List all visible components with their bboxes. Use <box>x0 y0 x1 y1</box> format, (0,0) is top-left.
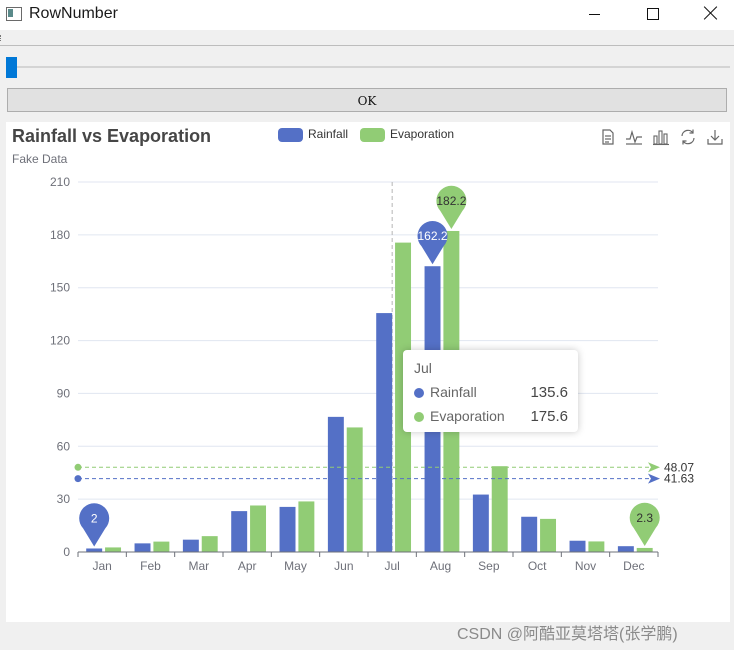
bar-rainfall-may <box>279 506 296 552</box>
tooltip-row-rainfall: Rainfall 135.6 <box>414 384 572 402</box>
y-tick-label: 210 <box>50 175 70 189</box>
bar-evaporation-sep <box>491 466 508 552</box>
y-tick-label: 180 <box>50 228 70 242</box>
y-tick-label: 90 <box>57 386 71 400</box>
x-tick-label: Feb <box>140 559 161 573</box>
bar-rainfall-jan <box>86 548 103 552</box>
x-tick-label: Aug <box>430 559 451 573</box>
x-tick-label: Jun <box>334 559 353 573</box>
markpoint-label: 162.2 <box>418 229 448 243</box>
tooltip-title: Jul <box>414 360 432 376</box>
legend-swatch-rainfall <box>278 128 303 142</box>
y-tick-label: 150 <box>50 281 70 295</box>
x-tick-label: Dec <box>623 559 644 573</box>
bar-chart: 0 30 60 90 120 150 180 210 Jan Feb Mar Apr May Jun Jul… <box>50 175 694 573</box>
title-bar: RowNumber <box>0 0 734 30</box>
x-tick-label: Nov <box>575 559 596 573</box>
bar-evaporation-mar <box>201 536 218 552</box>
markline-start-rainfall <box>74 475 82 483</box>
bar-evaporation-apr <box>250 505 267 552</box>
minimize-icon <box>589 14 600 15</box>
grip-handle <box>0 35 3 41</box>
x-tick-label: Sep <box>478 559 500 573</box>
x-tick-label: May <box>284 559 307 573</box>
separator <box>0 45 734 46</box>
markpoint-label: 2 <box>91 511 98 525</box>
markpoint-rainfall-jan <box>79 503 110 547</box>
app-icon <box>6 7 22 21</box>
bar-rainfall-sep <box>472 494 489 552</box>
y-tick-label: 120 <box>50 334 70 348</box>
y-tick-label: 60 <box>57 439 71 453</box>
y-tick-label: 30 <box>57 492 71 506</box>
data-view-icon[interactable] <box>599 128 617 146</box>
markpoint-label: 2.3 <box>636 511 653 525</box>
chart-title: Rainfall vs Evaporation <box>12 126 212 146</box>
close-icon <box>704 6 718 20</box>
download-icon[interactable] <box>706 128 724 146</box>
chart-subtitle: Fake Data <box>12 152 68 166</box>
bar-evaporation-dec <box>636 547 653 552</box>
tooltip-name-evaporation: Evaporation <box>430 408 505 424</box>
watermark: CSDN @阿酷亚莫塔塔(张学鹏) <box>457 626 678 643</box>
bar-evaporation-feb <box>153 541 170 552</box>
slider-track[interactable] <box>6 66 730 68</box>
tooltip-name-rainfall: Rainfall <box>430 384 477 400</box>
legend-swatch-evaporation <box>360 128 385 142</box>
bar-rainfall-oct <box>521 516 538 552</box>
tooltip-value-evaporation: 175.6 <box>530 408 568 425</box>
markline-label-evaporation: 48.07 <box>664 460 694 474</box>
markline-label-rainfall: 41.63 <box>664 472 694 486</box>
bar-rainfall-jun <box>327 416 344 552</box>
legend-label-rainfall: Rainfall <box>308 127 349 141</box>
x-tick-label: Oct <box>528 559 547 573</box>
bar-rainfall-jul <box>376 313 393 552</box>
x-tick-label: Mar <box>188 559 209 573</box>
bar-evaporation-nov <box>588 541 605 552</box>
bar-evaporation-may <box>298 501 315 552</box>
y-tick-label: 0 <box>63 545 70 559</box>
minimize-button[interactable] <box>572 0 618 30</box>
restore-icon[interactable] <box>679 128 697 146</box>
markpoint-evaporation-dec <box>629 502 660 546</box>
ok-button[interactable]: OK <box>7 88 727 112</box>
markpoint-label: 182.2 <box>436 194 466 208</box>
maximize-icon <box>647 8 659 20</box>
bar-evaporation-jan <box>105 547 122 552</box>
window-title: RowNumber <box>29 5 118 22</box>
bar-rainfall-dec <box>617 546 634 552</box>
bar-rainfall-nov <box>569 540 586 552</box>
x-tick-label: Jan <box>92 559 111 573</box>
slider-thumb[interactable] <box>6 57 17 78</box>
tooltip-value-rainfall: 135.6 <box>530 384 568 401</box>
legend-label-evaporation: Evaporation <box>390 127 455 141</box>
tooltip-dot-rainfall <box>414 388 424 398</box>
chart-tooltip: Jul Rainfall 135.6 Evaporation 175.6 <box>403 350 578 432</box>
line-chart-icon[interactable] <box>625 128 643 146</box>
tooltip-dot-evaporation <box>414 412 424 422</box>
chart-panel: Rainfall vs Evaporation Fake Data Rainfa… <box>6 122 730 622</box>
x-tick-label: Apr <box>238 559 257 573</box>
markline-start-evaporation <box>74 463 82 471</box>
tooltip-row-evaporation: Evaporation 175.6 <box>414 408 572 426</box>
maximize-button[interactable] <box>630 0 676 30</box>
bar-evaporation-jun <box>346 427 363 552</box>
markline-arrow-rainfall <box>648 473 660 484</box>
x-tick-label: Jul <box>384 559 399 573</box>
bar-rainfall-apr <box>231 511 248 552</box>
bar-rainfall-feb <box>134 543 151 552</box>
markline-arrow-evaporation <box>648 462 660 473</box>
bar-evaporation-oct <box>540 518 557 552</box>
bar-chart-icon[interactable] <box>652 128 670 146</box>
markpoint-evaporation-aug <box>436 185 467 229</box>
bar-rainfall-mar <box>182 539 199 552</box>
markpoint-rainfall-aug <box>417 221 448 265</box>
close-button[interactable] <box>688 0 734 30</box>
